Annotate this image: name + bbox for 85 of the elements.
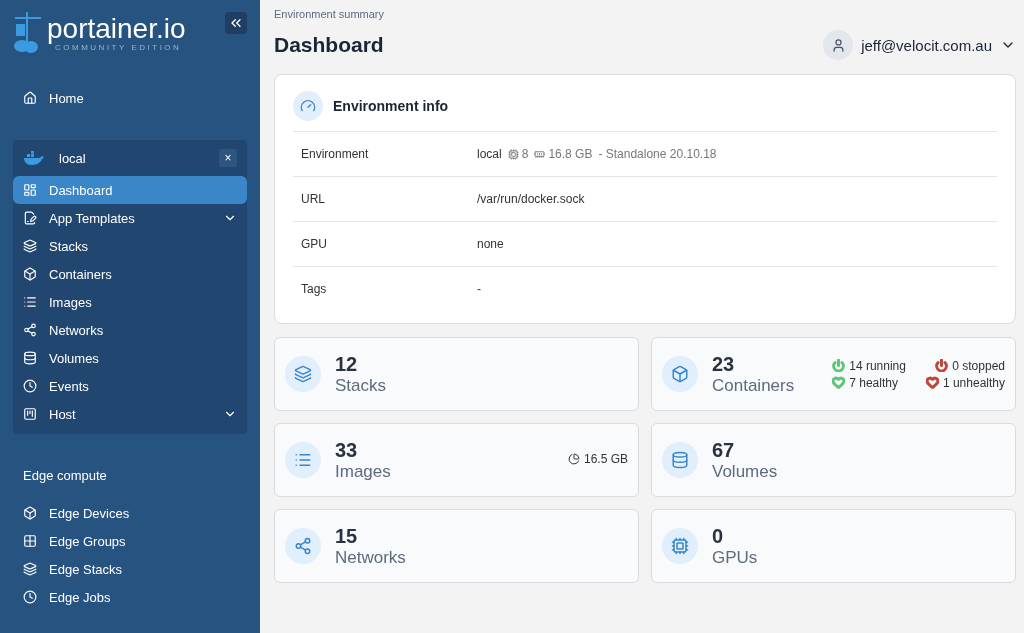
row-label: URL <box>301 192 326 206</box>
board-icon <box>23 407 37 421</box>
stat-label: Containers <box>712 375 796 396</box>
pie-icon <box>567 453 580 465</box>
cpu-count: 8 <box>521 147 529 161</box>
stat-count: 67 <box>712 438 736 462</box>
stat-card[interactable]: 15 Networks <box>274 509 639 583</box>
user-menu[interactable]: jeff@velocit.com.au <box>823 30 1016 60</box>
stat-count: 33 <box>335 438 359 462</box>
user-icon <box>823 30 854 60</box>
memory-size: 16.8 GB <box>548 147 593 161</box>
share-icon <box>285 528 321 564</box>
chip-icon <box>507 148 519 160</box>
layers-icon <box>23 239 37 253</box>
gauge-icon <box>293 91 323 121</box>
clock-icon <box>23 590 37 604</box>
status-label: 1 unhealthy <box>942 375 1005 390</box>
stat-label: Images <box>335 461 392 482</box>
nav-item[interactable]: Events <box>13 372 247 400</box>
disk-size: 16.5 GB <box>567 452 628 466</box>
nav-item[interactable]: Edge Groups <box>13 527 247 555</box>
nav-item[interactable]: App Templates <box>13 204 247 232</box>
section-heading: Edge compute <box>23 468 108 483</box>
stat-count: 23 <box>712 352 736 376</box>
nav-item[interactable]: Edge Stacks <box>13 555 247 583</box>
row-label: GPU <box>301 237 328 251</box>
cube-icon <box>662 356 698 392</box>
stat-label: GPUs <box>712 547 759 568</box>
cube-icon <box>23 267 37 281</box>
nav-item[interactable]: Edge Jobs <box>13 583 247 611</box>
layers-icon <box>23 562 37 576</box>
stat-count: 15 <box>335 524 359 548</box>
stat-count: 12 <box>335 352 359 376</box>
environment-name: local <box>59 150 87 166</box>
layers-icon <box>285 356 321 392</box>
nav-item[interactable]: Containers <box>13 260 247 288</box>
nav-item[interactable]: Host <box>13 400 247 428</box>
clock-icon <box>23 379 37 393</box>
stat-card[interactable]: 67 Volumes <box>651 423 1016 497</box>
nav-item[interactable]: Dashboard <box>13 176 247 204</box>
logo-edition: COMMUNITY EDITION <box>55 42 182 52</box>
page-title: Dashboard <box>274 33 384 57</box>
status-label: 0 stopped <box>952 358 1005 373</box>
row-value: /var/run/docker.sock <box>477 192 585 206</box>
row-value: - <box>477 282 481 296</box>
whale-icon <box>23 151 45 165</box>
logo-name: portainer.io <box>47 14 186 43</box>
share-icon <box>23 323 37 337</box>
nav-item[interactable]: Stacks <box>13 232 247 260</box>
list-icon <box>285 442 321 478</box>
list-icon <box>23 295 37 309</box>
database-icon <box>662 442 698 478</box>
collapse-button[interactable] <box>225 12 247 34</box>
chip-icon <box>662 528 698 564</box>
stat-card[interactable]: 0 GPUs <box>651 509 1016 583</box>
stat-label: Volumes <box>712 461 779 482</box>
nav-item[interactable]: Images <box>13 288 247 316</box>
crane-logo-icon <box>13 12 43 54</box>
stat-label: Networks <box>335 547 407 568</box>
dashboard-icon <box>23 183 37 197</box>
stat-card[interactable]: 12 Stacks <box>274 337 639 411</box>
grid-icon <box>23 534 37 548</box>
environment-details: - Standalone 20.10.18 <box>598 147 717 161</box>
status-label: 7 healthy <box>849 375 898 390</box>
stat-card[interactable]: 23 Containers 14 running 0 stopped 7 healthy 1 unhealthy <box>651 337 1016 411</box>
close-button[interactable]: × <box>219 149 237 167</box>
nav-item[interactable]: Volumes <box>13 344 247 372</box>
cube-icon <box>23 506 37 520</box>
home-nav-item[interactable]: Home <box>13 84 247 112</box>
memory-icon <box>534 148 546 160</box>
edit-icon <box>23 211 37 225</box>
stat-card[interactable]: 33 Images 16.5 GB <box>274 423 639 497</box>
environment-name: local <box>477 147 502 161</box>
row-label: Environment <box>301 147 370 161</box>
row-value: none <box>477 237 504 251</box>
breadcrumb: Environment summary <box>274 8 386 20</box>
card-title: Environment info <box>333 98 449 114</box>
nav-item[interactable]: Networks <box>13 316 247 344</box>
status-label: 14 running <box>849 358 906 373</box>
stat-label: Stacks <box>335 375 388 396</box>
row-label: Tags <box>301 282 328 296</box>
home-icon <box>23 91 37 105</box>
database-icon <box>23 351 37 365</box>
stat-count: 0 <box>712 524 725 548</box>
nav-item[interactable]: Edge Devices <box>13 499 247 527</box>
